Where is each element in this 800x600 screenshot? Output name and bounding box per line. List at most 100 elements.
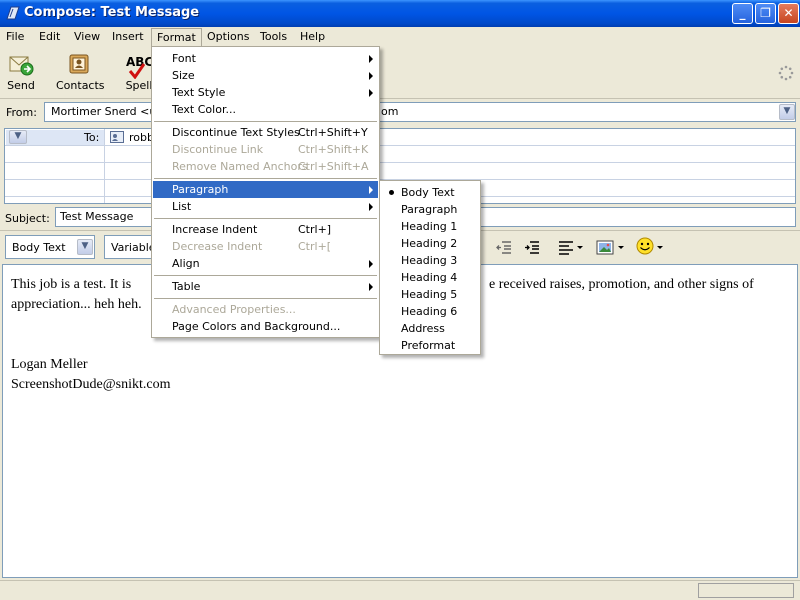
menu-item-decrease-indent-label: Decrease Indent — [172, 240, 263, 253]
align-icon[interactable] — [558, 239, 584, 255]
contacts-label: Contacts — [56, 79, 105, 92]
indent-icon[interactable] — [524, 239, 540, 255]
menu-item-size-label: Size — [172, 69, 195, 82]
submenu-arrow-icon — [369, 89, 373, 97]
menu-item-heading-4[interactable]: Heading 4 — [381, 269, 479, 286]
smiley-icon[interactable] — [636, 237, 664, 257]
menu-help[interactable]: Help — [300, 30, 325, 43]
minimize-button[interactable]: _ — [732, 3, 753, 24]
menu-item-text-color[interactable]: Text Color... — [153, 101, 378, 118]
menu-item-heading-4-label: Heading 4 — [401, 271, 458, 284]
menu-item-paragraph[interactable]: Paragraph — [153, 181, 378, 198]
menu-item-advanced-properties[interactable]: Advanced Properties... — [153, 301, 378, 318]
subject-label: Subject: — [5, 212, 50, 225]
menu-item-text-style[interactable]: Text Style — [153, 84, 378, 101]
send-button[interactable]: Send — [0, 51, 42, 92]
from-label: From: — [6, 106, 37, 119]
menu-item-body-text[interactable]: Body Text — [381, 184, 479, 201]
maximize-button[interactable]: ❐ — [755, 3, 776, 24]
menu-item-page-colors[interactable]: Page Colors and Background... — [153, 318, 378, 335]
from-dropdown-button[interactable]: ▼ — [779, 104, 795, 120]
status-bar — [0, 580, 800, 600]
main-toolbar: Send Contacts ABC Spell — [0, 47, 800, 99]
body-line-3: Logan Meller — [11, 357, 88, 372]
menu-item-discontinue-link[interactable]: Discontinue Link Ctrl+Shift+K — [153, 141, 378, 158]
font-select[interactable]: Variable — [104, 235, 154, 259]
menu-item-discontinue-text-styles[interactable]: Discontinue Text Styles Ctrl+Shift+Y — [153, 124, 378, 141]
menu-insert[interactable]: Insert — [112, 30, 144, 43]
menu-format[interactable]: Format — [151, 28, 202, 47]
submenu-arrow-icon — [369, 55, 373, 63]
menu-item-heading-5-label: Heading 5 — [401, 288, 458, 301]
menu-item-heading-2-label: Heading 2 — [401, 237, 458, 250]
title-bar: Compose: Test Message _ ❐ ✕ — [0, 0, 800, 27]
menu-item-paragraph-style-label: Paragraph — [401, 203, 458, 216]
recipient-type-dropdown[interactable]: ▼ — [9, 130, 27, 144]
menu-item-paragraph-label: Paragraph — [172, 183, 229, 196]
menu-item-heading-6[interactable]: Heading 6 — [381, 303, 479, 320]
submenu-arrow-icon — [369, 186, 373, 194]
menu-item-table-label: Table — [172, 280, 201, 293]
menu-edit[interactable]: Edit — [39, 30, 60, 43]
menu-item-font-label: Font — [172, 52, 196, 65]
menu-item-paragraph-style[interactable]: Paragraph — [381, 201, 479, 218]
menu-item-shortcut: Ctrl+[ — [298, 240, 332, 253]
font-value: Variable — [111, 241, 154, 254]
paragraph-style-select[interactable]: Body Text ▼ — [5, 235, 95, 259]
menu-item-preformat[interactable]: Preformat — [381, 337, 479, 354]
recipient-type-select[interactable]: ▼ To: — [6, 130, 104, 145]
menu-item-heading-2[interactable]: Heading 2 — [381, 235, 479, 252]
menu-item-decrease-indent[interactable]: Decrease Indent Ctrl+[ — [153, 238, 378, 255]
send-icon — [9, 56, 34, 76]
menu-item-increase-indent[interactable]: Increase Indent Ctrl+] — [153, 221, 378, 238]
spell-label: Spell — [125, 79, 153, 92]
menu-item-page-colors-label: Page Colors and Background... — [172, 320, 341, 333]
menu-item-heading-3[interactable]: Heading 3 — [381, 252, 479, 269]
menu-item-remove-named-anchors[interactable]: Remove Named Anchors Ctrl+Shift+A — [153, 158, 378, 175]
submenu-arrow-icon — [369, 283, 373, 291]
menu-item-size[interactable]: Size — [153, 67, 378, 84]
paragraph-style-dropdown[interactable]: ▼ — [77, 239, 93, 255]
menu-item-align-label: Align — [172, 257, 200, 270]
menu-item-list[interactable]: List — [153, 198, 378, 215]
window-title: Compose: Test Message — [24, 5, 200, 20]
restore-icon: ❐ — [760, 6, 771, 20]
paragraph-style-value: Body Text — [12, 241, 66, 254]
menu-item-align[interactable]: Align — [153, 255, 378, 272]
menu-item-address-label: Address — [401, 322, 445, 335]
menu-item-shortcut: Ctrl+Shift+Y — [298, 126, 368, 139]
insert-image-icon[interactable] — [596, 239, 626, 255]
menu-options[interactable]: Options — [207, 30, 249, 43]
menu-item-table[interactable]: Table — [153, 278, 378, 295]
format-menu: Font Size Text Style Text Color... Disco… — [151, 46, 380, 338]
menu-separator — [154, 298, 377, 299]
send-label: Send — [7, 79, 35, 92]
menu-view[interactable]: View — [74, 30, 100, 43]
menu-item-heading-6-label: Heading 6 — [401, 305, 458, 318]
menu-item-shortcut: Ctrl+] — [298, 223, 332, 236]
menu-item-font[interactable]: Font — [153, 50, 378, 67]
body-line-1-right: e received raises, promotion, and other … — [489, 277, 754, 292]
menu-separator — [154, 275, 377, 276]
menu-item-body-text-label: Body Text — [401, 186, 455, 199]
chevron-down-icon: ▼ — [14, 131, 22, 141]
selected-bullet-icon — [389, 190, 394, 195]
menu-item-discontinue-link-label: Discontinue Link — [172, 143, 264, 156]
close-button[interactable]: ✕ — [778, 3, 799, 24]
body-line-4: ScreenshotDude@snikt.com — [11, 377, 171, 392]
menu-item-address[interactable]: Address — [381, 320, 479, 337]
submenu-arrow-icon — [369, 72, 373, 80]
menu-item-heading-1[interactable]: Heading 1 — [381, 218, 479, 235]
contacts-icon — [69, 54, 89, 74]
outdent-icon[interactable] — [496, 239, 512, 255]
menu-item-heading-5[interactable]: Heading 5 — [381, 286, 479, 303]
throbber-icon — [778, 65, 794, 81]
menu-tools[interactable]: Tools — [260, 30, 287, 43]
contacts-button[interactable]: Contacts — [56, 51, 105, 92]
menu-separator — [154, 218, 377, 219]
paragraph-submenu: Body Text Paragraph Heading 1 Heading 2 … — [379, 180, 481, 355]
menu-file[interactable]: File — [6, 30, 24, 43]
menu-bar: File Edit View Insert Format Options Too… — [0, 27, 800, 47]
menu-item-text-style-label: Text Style — [172, 86, 226, 99]
submenu-arrow-icon — [369, 203, 373, 211]
